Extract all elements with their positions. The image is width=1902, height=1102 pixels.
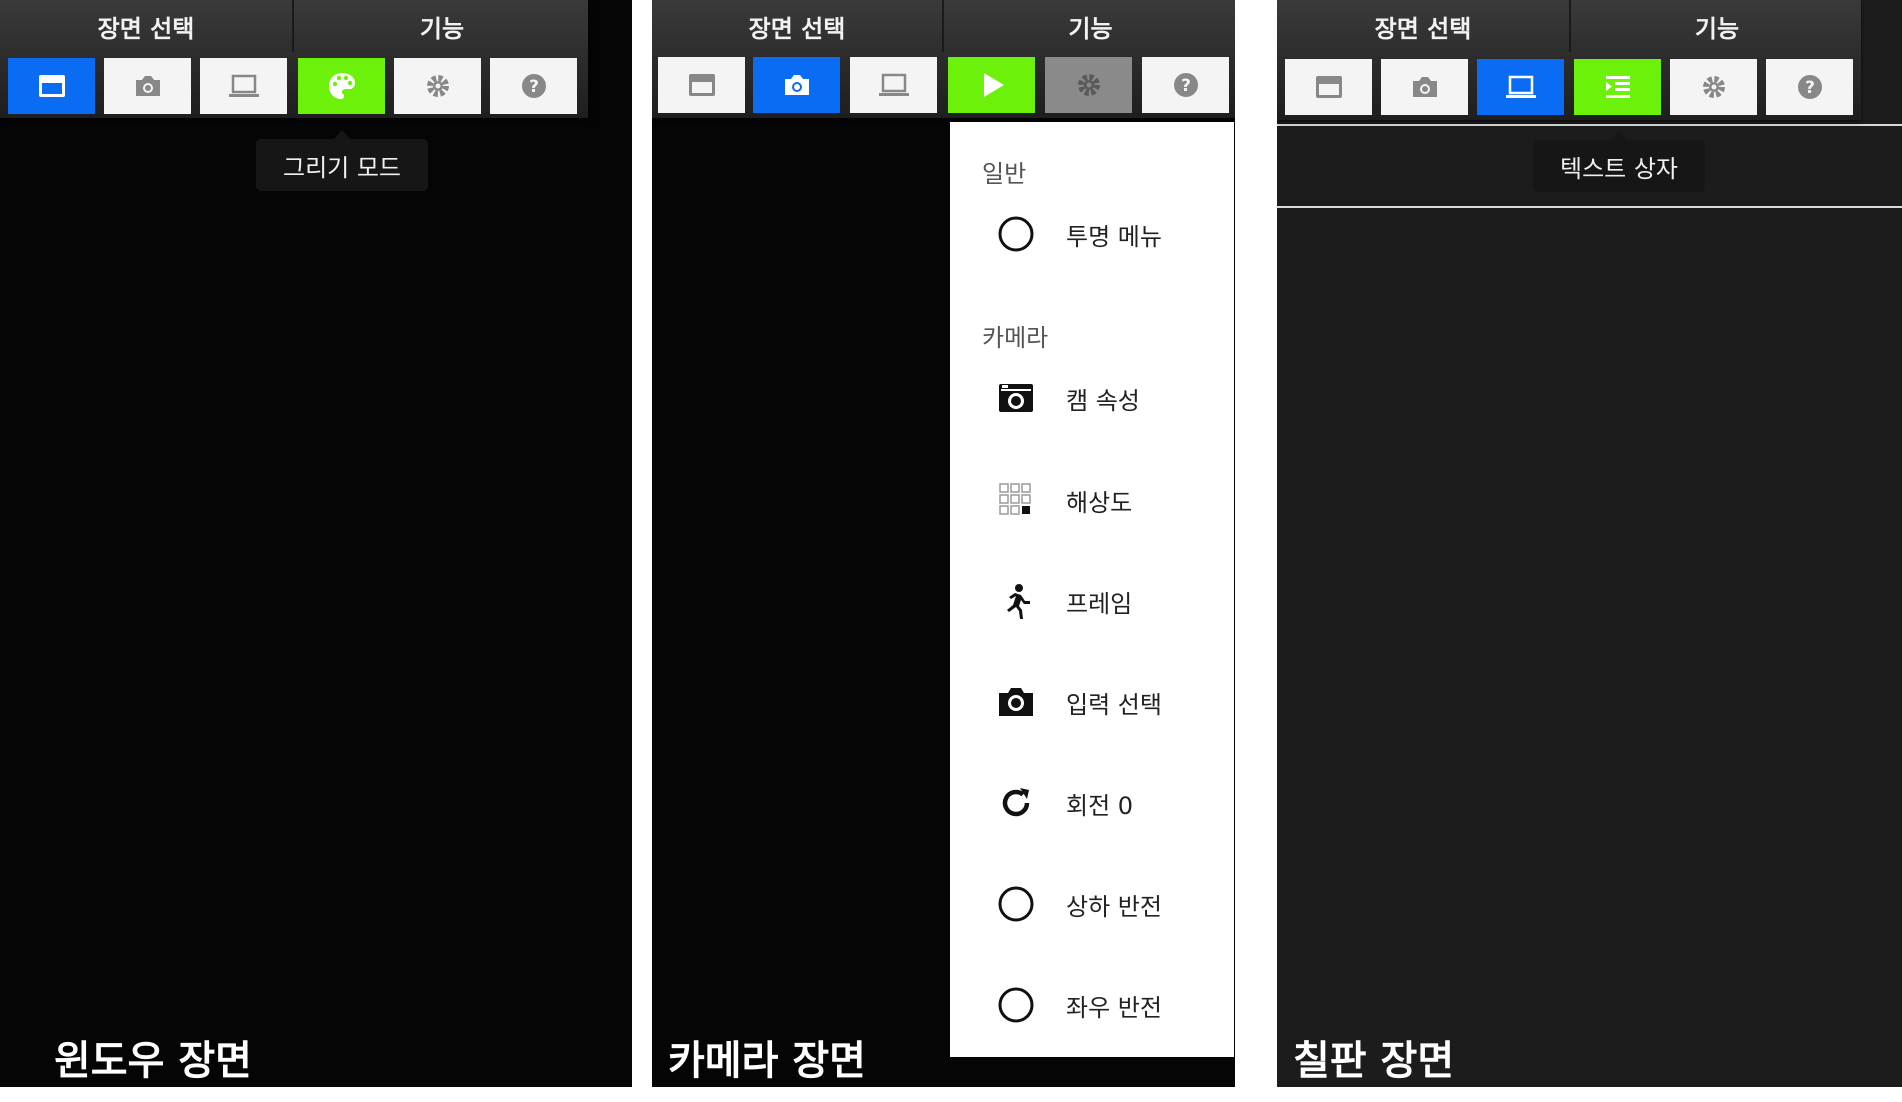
scene-select-header: 장면 선택: [1374, 14, 1472, 43]
help-icon: ?: [521, 74, 546, 98]
settings-button[interactable]: [1045, 57, 1132, 113]
window-icon: [1315, 76, 1342, 98]
help-icon: ?: [1797, 75, 1822, 99]
features-header: 기능: [1569, 0, 1863, 52]
help-button[interactable]: ?: [1766, 59, 1853, 115]
menu-item-flip-vertical[interactable]: 상하 반전: [994, 882, 1162, 926]
menu-item-input-select[interactable]: 입력 선택: [994, 680, 1162, 724]
play-button[interactable]: [948, 57, 1035, 113]
camera-icon: [135, 76, 160, 96]
text-box-tooltip: 텍스트 상자: [1533, 131, 1705, 192]
toolbar: 장면 선택 기능 ?: [1277, 0, 1861, 120]
camera-icon: [1412, 77, 1437, 97]
window-icon: [38, 75, 65, 97]
menu-item-label: 상하 반전: [1066, 892, 1162, 921]
laptop-icon: [1505, 75, 1536, 98]
settings-button[interactable]: [394, 58, 481, 114]
window-icon: [688, 74, 715, 96]
menu-item-label: 투명 메뉴: [1066, 222, 1162, 251]
menu-item-frame[interactable]: 프레임: [994, 579, 1132, 623]
window-scene-caption: 윈도우 장면: [54, 1038, 252, 1084]
help-button[interactable]: ?: [490, 58, 577, 114]
menu-item-rotate[interactable]: 회전 0: [994, 781, 1133, 825]
blackboard-scene-button[interactable]: [200, 58, 287, 114]
camera-scene-panel: 장면 선택 기능 ? 일반 투명 메뉴 카메라 캠 속성 해상도 프레임 입력 …: [652, 0, 1235, 1087]
webcam-icon: [999, 384, 1033, 412]
blackboard-scene-caption: 칠판 장면: [1293, 1038, 1455, 1084]
settings-button[interactable]: [1670, 59, 1757, 115]
menu-item-label: 회전 0: [1066, 791, 1134, 820]
laptop-icon: [228, 74, 259, 97]
window-scene-button[interactable]: [1285, 59, 1372, 115]
camera-icon: [999, 688, 1033, 716]
camera-icon: [784, 75, 809, 95]
svg-text:?: ?: [1805, 78, 1815, 98]
resolution-grid-icon: [999, 483, 1031, 515]
toolbar: 장면 선택 기능 ?: [0, 0, 588, 118]
drawing-mode-tooltip: 그리기 모드: [256, 130, 428, 191]
text-box-icon: [1605, 76, 1630, 98]
radio-off-icon: [998, 987, 1034, 1023]
running-person-icon: [1007, 584, 1030, 619]
gear-icon: [426, 75, 449, 97]
window-scene-button[interactable]: [8, 58, 95, 114]
svg-text:?: ?: [529, 77, 539, 97]
gear-icon: [1702, 76, 1725, 98]
menu-item-transparent-menu[interactable]: 투명 메뉴: [994, 212, 1162, 256]
blackboard-scene-button[interactable]: [1477, 59, 1564, 115]
menu-section-general: 일반: [982, 160, 1027, 188]
divider-line: [1277, 206, 1902, 208]
scene-select-header: 장면 선택: [748, 14, 846, 43]
help-button[interactable]: ?: [1142, 57, 1229, 113]
drawing-mode-button[interactable]: [298, 58, 385, 114]
settings-menu: 일반 투명 메뉴 카메라 캠 속성 해상도 프레임 입력 선택 회전 0 상하 …: [950, 122, 1234, 1057]
menu-section-camera: 카메라: [982, 324, 1049, 352]
menu-item-cam-properties[interactable]: 캠 속성: [994, 376, 1140, 420]
menu-item-label: 좌우 반전: [1066, 993, 1162, 1022]
palette-icon: [328, 73, 355, 99]
features-header: 기능: [292, 0, 590, 52]
blackboard-scene-button[interactable]: [850, 57, 937, 113]
menu-item-label: 입력 선택: [1066, 690, 1162, 719]
play-icon: [983, 73, 1004, 97]
gear-icon: [1077, 74, 1100, 96]
menu-item-label: 캠 속성: [1066, 386, 1140, 415]
camera-scene-button[interactable]: [1381, 59, 1468, 115]
features-header: 기능: [942, 0, 1235, 52]
camera-scene-caption: 카메라 장면: [668, 1038, 866, 1084]
window-scene-button[interactable]: [658, 57, 745, 113]
menu-item-label: 프레임: [1066, 589, 1133, 618]
menu-item-flip-horizontal[interactable]: 좌우 반전: [994, 983, 1162, 1027]
scene-select-header: 장면 선택: [97, 14, 195, 43]
text-box-button[interactable]: [1574, 59, 1661, 115]
blackboard-scene-panel: 장면 선택 기능 ? 텍스트 상자 칠판 장면: [1277, 0, 1902, 1087]
menu-item-label: 해상도: [1066, 488, 1133, 517]
help-icon: ?: [1173, 73, 1198, 97]
radio-off-icon: [998, 216, 1034, 252]
window-scene-panel: 장면 선택 기능 ? 그리기 모드 윈도우 장면: [0, 0, 632, 1087]
toolbar: 장면 선택 기능 ?: [652, 0, 1235, 118]
camera-scene-button[interactable]: [753, 57, 840, 113]
svg-text:?: ?: [1181, 76, 1191, 96]
laptop-icon: [878, 73, 909, 96]
divider-line: [1277, 124, 1902, 126]
radio-off-icon: [998, 886, 1034, 922]
menu-item-resolution[interactable]: 해상도: [994, 478, 1132, 522]
camera-scene-button[interactable]: [104, 58, 191, 114]
rotate-icon: [1002, 788, 1030, 817]
